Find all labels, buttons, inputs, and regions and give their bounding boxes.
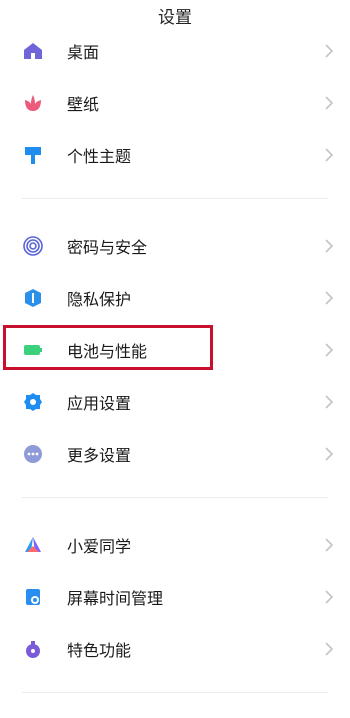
settings-item-xiaoai[interactable]: 小爱同学 — [0, 519, 350, 571]
settings-item-app-settings[interactable]: 应用设置 — [0, 376, 350, 428]
shield-icon — [22, 287, 44, 309]
settings-item-special-features[interactable]: 特色功能 — [0, 623, 350, 675]
settings-item-desktop[interactable]: 桌面 — [0, 25, 350, 77]
settings-item-label: 小爱同学 — [67, 537, 132, 556]
chevron-right-icon — [324, 43, 334, 59]
settings-item-password-security[interactable]: 密码与安全 — [0, 220, 350, 272]
chevron-right-icon — [324, 446, 334, 462]
settings-item-screen-time[interactable]: 屏幕时间管理 — [0, 571, 350, 623]
feature-icon — [22, 638, 44, 660]
section-divider — [22, 692, 328, 693]
settings-item-wallpaper[interactable]: 壁纸 — [0, 77, 350, 129]
chevron-right-icon — [324, 342, 334, 358]
settings-item-themes[interactable]: 个性主题 — [0, 129, 350, 181]
settings-item-label: 隐私保护 — [67, 290, 132, 309]
chevron-right-icon — [324, 589, 334, 605]
settings-item-label: 壁纸 — [67, 95, 100, 114]
xiaoai-icon — [22, 534, 44, 556]
section-divider — [22, 497, 328, 498]
section-divider — [22, 198, 328, 199]
chevron-right-icon — [324, 95, 334, 111]
fingerprint-icon — [22, 235, 44, 257]
home-icon — [22, 40, 44, 62]
settings-item-label: 屏幕时间管理 — [67, 589, 164, 608]
more-dots-icon — [22, 443, 44, 465]
flower-icon — [22, 92, 44, 114]
settings-item-privacy[interactable]: 隐私保护 — [0, 272, 350, 324]
hourglass-icon — [22, 586, 44, 608]
gear-icon — [22, 391, 44, 413]
settings-item-label: 桌面 — [67, 43, 100, 62]
settings-item-label: 个性主题 — [67, 147, 132, 166]
settings-item-more-settings[interactable]: 更多设置 — [0, 428, 350, 480]
settings-item-label: 特色功能 — [67, 641, 132, 660]
chevron-right-icon — [324, 394, 334, 410]
chevron-right-icon — [324, 290, 334, 306]
highlight-box — [3, 325, 213, 370]
settings-item-label: 更多设置 — [67, 446, 132, 465]
settings-item-label: 应用设置 — [67, 394, 132, 413]
chevron-right-icon — [324, 537, 334, 553]
settings-screen: 设置 桌面 壁纸 个性主题 密码与安全 隐私保护 电池与性能 应用设置 更多设置… — [0, 0, 350, 718]
chevron-right-icon — [324, 238, 334, 254]
chevron-right-icon — [324, 147, 334, 163]
chevron-right-icon — [324, 641, 334, 657]
settings-item-label: 密码与安全 — [67, 238, 148, 257]
paint-roller-icon — [22, 144, 44, 166]
